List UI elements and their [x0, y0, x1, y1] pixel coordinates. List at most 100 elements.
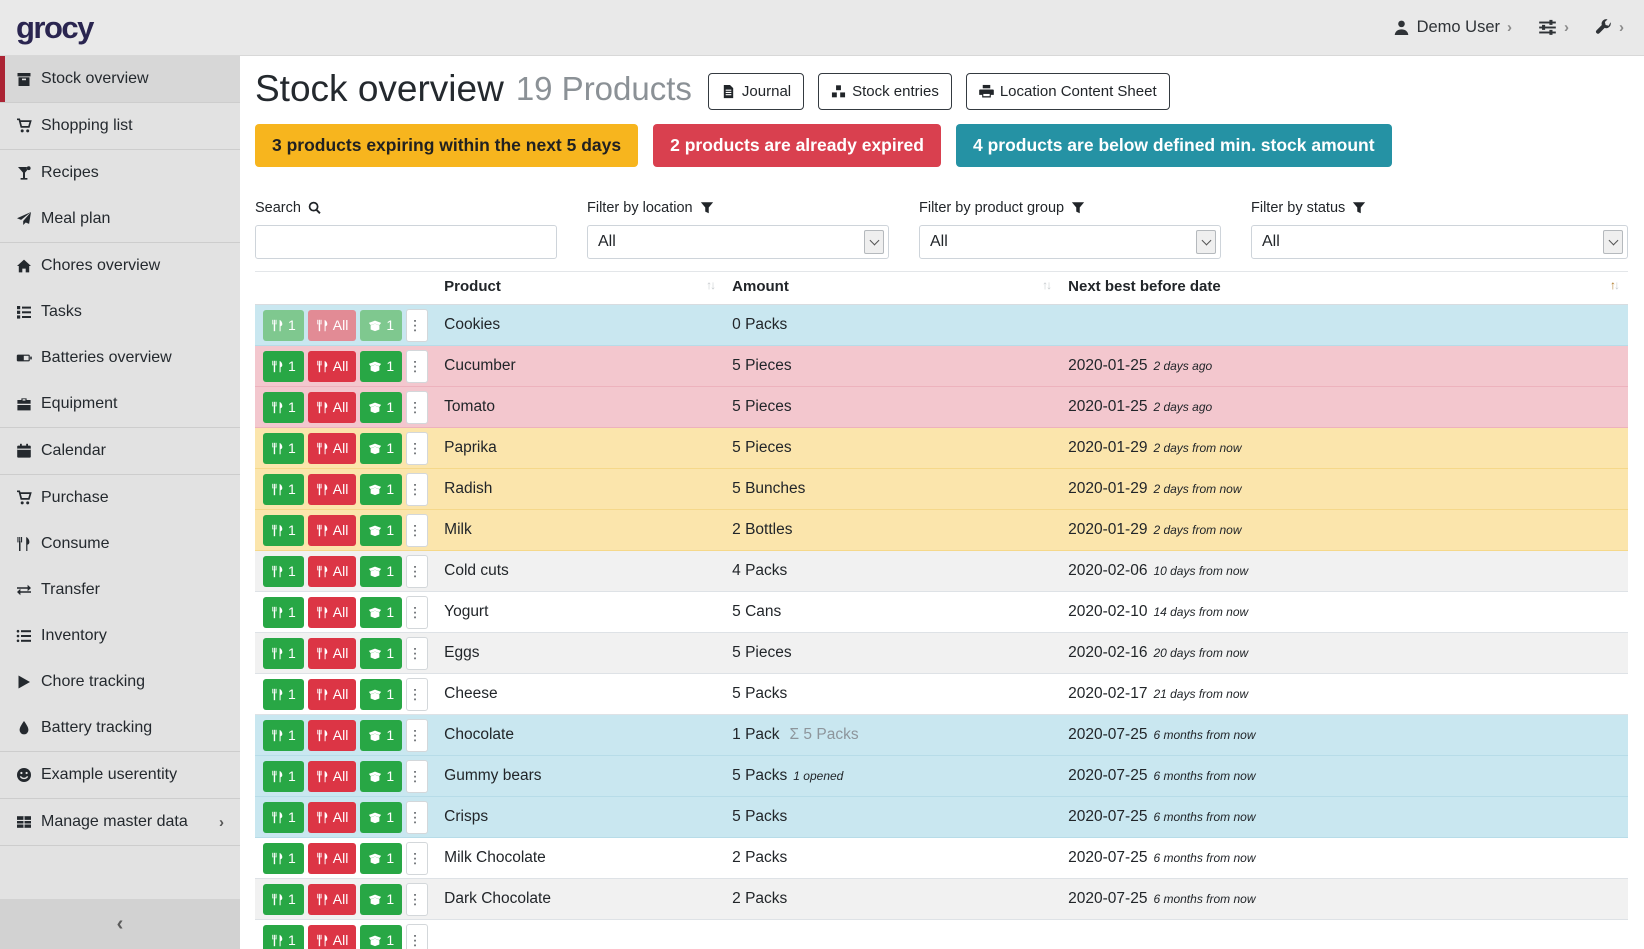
sidebar-item-battery-tracking[interactable]: Battery tracking: [0, 705, 240, 751]
sidebar-item-inventory[interactable]: Inventory: [0, 613, 240, 659]
location-select[interactable]: All: [587, 225, 889, 259]
open-one-button[interactable]: 1: [360, 638, 402, 669]
consume-all-button[interactable]: All: [308, 884, 357, 915]
row-menu-button[interactable]: ⋮: [406, 678, 428, 711]
sidebar-item-recipes[interactable]: Recipes: [0, 150, 240, 196]
open-one-button[interactable]: 1: [360, 433, 402, 464]
location-content-sheet-button[interactable]: Location Content Sheet: [966, 73, 1170, 110]
open-one-button[interactable]: 1: [360, 884, 402, 915]
consume-all-button[interactable]: All: [308, 310, 357, 341]
open-one-button[interactable]: 1: [360, 843, 402, 874]
sidebar-item-chore-tracking[interactable]: Chore tracking: [0, 659, 240, 705]
consume-one-button[interactable]: 1: [263, 884, 304, 915]
row-menu-button[interactable]: ⋮: [406, 760, 428, 793]
consume-all-button[interactable]: All: [308, 843, 357, 874]
admin-menu[interactable]: ›: [1595, 19, 1624, 36]
consume-one-button[interactable]: 1: [263, 720, 304, 751]
consume-one-button[interactable]: 1: [263, 597, 304, 628]
below-min-stock-banner[interactable]: 4 products are below defined min. stock …: [956, 124, 1392, 167]
consume-one-button[interactable]: 1: [263, 679, 304, 710]
consume-all-button[interactable]: All: [308, 802, 357, 833]
expiring-banner[interactable]: 3 products expiring within the next 5 da…: [255, 124, 638, 167]
sidebar-item-manage-master-data[interactable]: Manage master data›: [0, 799, 240, 845]
amount-column-header[interactable]: Amount ↑↓: [724, 272, 1060, 305]
consume-all-button[interactable]: All: [308, 556, 357, 587]
consume-all-button[interactable]: All: [308, 679, 357, 710]
open-one-button[interactable]: 1: [360, 474, 402, 505]
consume-one-button[interactable]: 1: [263, 761, 304, 792]
row-menu-button[interactable]: ⋮: [406, 596, 428, 629]
status-select[interactable]: All: [1251, 225, 1628, 259]
sidebar-item-label: Recipes: [41, 164, 99, 182]
open-one-button[interactable]: 1: [360, 392, 402, 423]
consume-all-button[interactable]: All: [308, 474, 357, 505]
consume-all-button[interactable]: All: [308, 925, 357, 949]
open-one-button[interactable]: 1: [360, 761, 402, 792]
open-one-button[interactable]: 1: [360, 720, 402, 751]
row-menu-button[interactable]: ⋮: [406, 473, 428, 506]
open-one-button[interactable]: 1: [360, 556, 402, 587]
user-menu[interactable]: Demo User ›: [1393, 18, 1512, 37]
row-menu-button[interactable]: ⋮: [406, 391, 428, 424]
consume-one-button[interactable]: 1: [263, 556, 304, 587]
open-one-button[interactable]: 1: [360, 351, 402, 382]
product-column-header[interactable]: Product ↑↓: [436, 272, 724, 305]
sidebar-item-transfer[interactable]: Transfer: [0, 567, 240, 613]
journal-button[interactable]: Journal: [708, 73, 804, 110]
product-group-select[interactable]: All: [919, 225, 1221, 259]
sidebar-item-batteries-overview[interactable]: Batteries overview: [0, 335, 240, 381]
row-menu-button[interactable]: ⋮: [406, 719, 428, 752]
sidebar-item-shopping-list[interactable]: Shopping list: [0, 103, 240, 149]
sidebar-item-tasks[interactable]: Tasks: [0, 289, 240, 335]
consume-all-button[interactable]: All: [308, 351, 357, 382]
consume-one-button[interactable]: 1: [263, 310, 304, 341]
consume-all-button[interactable]: All: [308, 433, 357, 464]
row-menu-button[interactable]: ⋮: [406, 555, 428, 588]
open-one-button[interactable]: 1: [360, 597, 402, 628]
sidebar-item-meal-plan[interactable]: Meal plan: [0, 196, 240, 242]
open-one-button[interactable]: 1: [360, 925, 402, 949]
row-menu-button[interactable]: ⋮: [406, 924, 428, 949]
open-one-button[interactable]: 1: [360, 310, 402, 341]
settings-menu[interactable]: ›: [1538, 18, 1569, 37]
row-menu-button[interactable]: ⋮: [406, 801, 428, 834]
sidebar-item-purchase[interactable]: Purchase: [0, 475, 240, 521]
consume-one-button[interactable]: 1: [263, 638, 304, 669]
consume-all-button[interactable]: All: [308, 638, 357, 669]
date-note: 2 days ago: [1153, 359, 1212, 373]
consume-all-button[interactable]: All: [308, 515, 357, 546]
open-one-button[interactable]: 1: [360, 515, 402, 546]
search-input[interactable]: [255, 225, 557, 259]
row-menu-button[interactable]: ⋮: [406, 350, 428, 383]
sidebar-item-stock-overview[interactable]: Stock overview: [0, 56, 240, 102]
consume-one-button[interactable]: 1: [263, 802, 304, 833]
row-menu-button[interactable]: ⋮: [406, 883, 428, 916]
sidebar-item-example-userentity[interactable]: Example userentity: [0, 752, 240, 798]
sidebar-item-equipment[interactable]: Equipment: [0, 381, 240, 427]
expired-banner[interactable]: 2 products are already expired: [653, 124, 941, 167]
row-menu-button[interactable]: ⋮: [406, 309, 428, 342]
open-one-button[interactable]: 1: [360, 679, 402, 710]
consume-one-button[interactable]: 1: [263, 474, 304, 505]
row-menu-button[interactable]: ⋮: [406, 842, 428, 875]
stock-entries-button[interactable]: Stock entries: [818, 73, 952, 110]
row-menu-button[interactable]: ⋮: [406, 637, 428, 670]
sidebar-item-chores-overview[interactable]: Chores overview: [0, 243, 240, 289]
consume-one-button[interactable]: 1: [263, 925, 304, 949]
sidebar-item-consume[interactable]: Consume: [0, 521, 240, 567]
consume-all-button[interactable]: All: [308, 392, 357, 423]
consume-one-button[interactable]: 1: [263, 351, 304, 382]
consume-one-button[interactable]: 1: [263, 392, 304, 423]
consume-all-button[interactable]: All: [308, 761, 357, 792]
sidebar-item-calendar[interactable]: Calendar: [0, 428, 240, 474]
consume-one-button[interactable]: 1: [263, 515, 304, 546]
consume-all-button[interactable]: All: [308, 720, 357, 751]
consume-one-button[interactable]: 1: [263, 433, 304, 464]
consume-one-button[interactable]: 1: [263, 843, 304, 874]
sidebar-collapse-button[interactable]: ‹: [0, 899, 240, 949]
date-column-header[interactable]: Next best before date ↑↓: [1060, 272, 1628, 305]
row-menu-button[interactable]: ⋮: [406, 514, 428, 547]
row-menu-button[interactable]: ⋮: [406, 432, 428, 465]
open-one-button[interactable]: 1: [360, 802, 402, 833]
consume-all-button[interactable]: All: [308, 597, 357, 628]
